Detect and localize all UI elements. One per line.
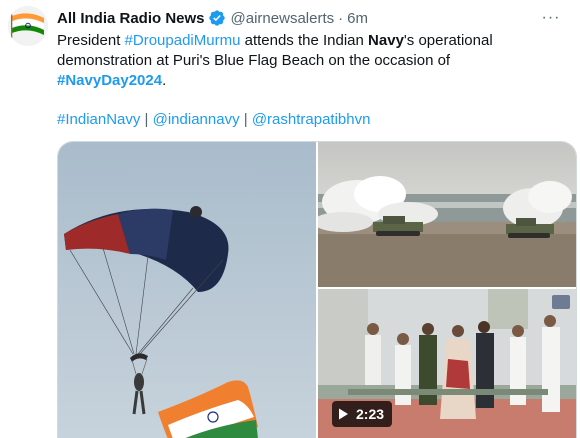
photo-parachute[interactable] xyxy=(58,142,316,438)
text-segment: attends the Indian xyxy=(240,32,369,49)
tweet-mentions: #IndianNavy | @indiannavy | @rashtrapati… xyxy=(57,110,370,130)
video-duration: 2:23 xyxy=(356,406,385,422)
text-segment-bold: Navy xyxy=(368,32,404,49)
photo-amphibious-vehicles[interactable] xyxy=(318,142,576,287)
text-segment: President xyxy=(57,32,125,49)
video-duration-badge[interactable]: 2:23 xyxy=(332,401,393,427)
hashtag-droupadimurmu[interactable]: #DroupadiMurmu xyxy=(125,32,241,49)
media-grid: 2:23 xyxy=(57,141,577,438)
link-separator: | xyxy=(239,111,252,128)
tweet-text: President #DroupadiMurmu attends the Ind… xyxy=(57,31,557,91)
separator-dot: · xyxy=(338,9,344,27)
verified-badge-icon xyxy=(208,9,226,27)
more-icon[interactable]: ··· xyxy=(540,8,562,28)
mention-indiannavy[interactable]: @indiannavy xyxy=(153,111,240,128)
hashtag-indiannavy[interactable]: #IndianNavy xyxy=(57,111,140,128)
video-president-event[interactable]: 2:23 xyxy=(318,289,576,438)
author-name[interactable]: All India Radio News xyxy=(57,10,205,27)
broadcaster-logo-icon xyxy=(552,295,570,309)
mention-rashtrapatibhvn[interactable]: @rashtrapatibhvn xyxy=(252,111,371,128)
avatar[interactable] xyxy=(8,6,48,46)
author-handle[interactable]: @airnewsalerts xyxy=(231,10,335,27)
link-separator: | xyxy=(140,111,153,128)
tweet-time[interactable]: 6m xyxy=(347,10,368,27)
play-icon[interactable] xyxy=(336,407,350,421)
tweet-header: All India Radio News @airnewsalerts · 6m… xyxy=(57,8,570,28)
hashtag-navyday2024[interactable]: #NavyDay2024 xyxy=(57,72,162,89)
text-segment: . xyxy=(162,72,167,89)
